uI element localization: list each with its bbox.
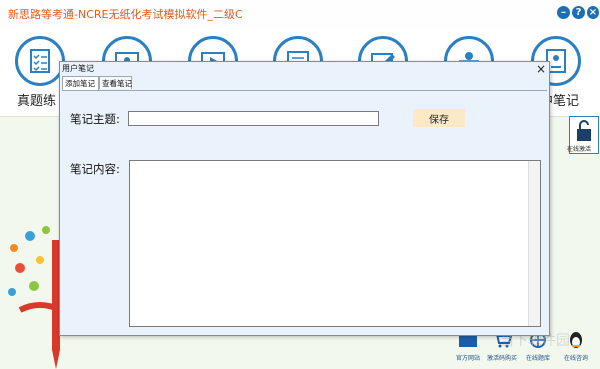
checklist-icon [30, 49, 50, 73]
lock-icon [577, 120, 591, 141]
add-note-panel: 笔记主题: 保存 笔记内容: [62, 90, 547, 335]
title-bar: 新思路等考通-NCRE无纸化考试模拟软件_二级C – ? × [0, 0, 600, 28]
content-scrollbar[interactable] [528, 161, 540, 326]
online-bank-label: 在线题库 [525, 355, 550, 362]
save-button[interactable]: 保存 [413, 109, 465, 127]
app-title: 新思路等考通-NCRE无纸化考试模拟软件_二级C [8, 8, 243, 21]
subject-input[interactable] [128, 111, 379, 126]
buy-code-label: 激活码购买 [486, 355, 517, 362]
subject-label: 笔记主题: [70, 112, 120, 126]
dialog-close-button[interactable]: × [534, 62, 548, 76]
user-notes-dialog: 用户笔记 × 添加笔记 查看笔记 笔记主题: 保存 笔记内容: [59, 61, 550, 336]
content-label: 笔记内容: [70, 162, 120, 176]
online-consult-label: 在线咨询 [563, 355, 588, 362]
help-button[interactable]: ? [572, 6, 585, 19]
official-site-label: 官方网站 [455, 355, 480, 362]
dialog-title: 用户笔记 [62, 64, 94, 73]
close-button[interactable]: × [587, 6, 599, 19]
content-textarea[interactable] [129, 160, 541, 327]
tab-view-notes[interactable]: 查看笔记 [99, 76, 132, 89]
tab-add-note[interactable]: 添加笔记 [62, 76, 99, 90]
minimize-button[interactable]: – [557, 6, 570, 19]
online-activate-label: 在线激活 [567, 146, 592, 153]
exam-practice-button[interactable] [15, 36, 65, 86]
exam-practice-label: 真题练 [17, 94, 57, 109]
